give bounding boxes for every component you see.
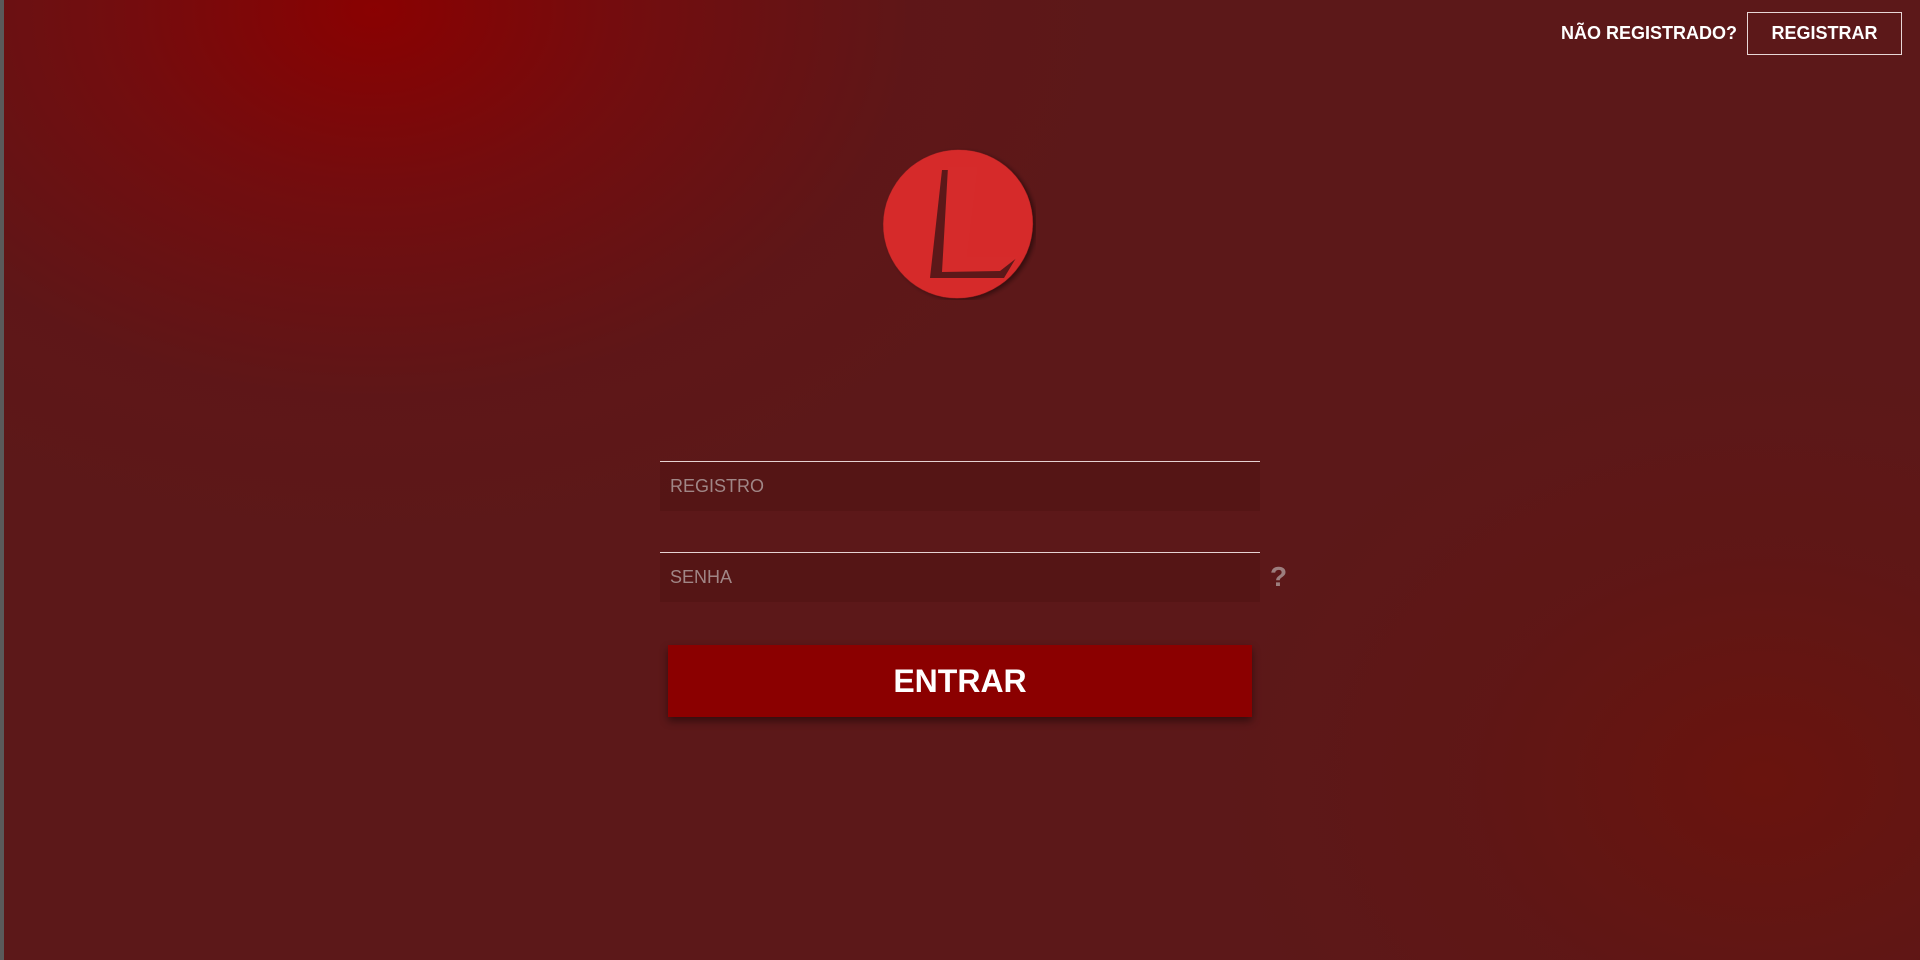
registro-field [660,461,1260,511]
top-bar: NÃO REGISTRADO? REGISTRAR [1561,11,1902,56]
registro-input[interactable] [660,462,1260,511]
password-help-icon[interactable]: ? [1270,562,1287,592]
senha-input[interactable] [660,553,1260,602]
register-button[interactable]: REGISTRAR [1747,12,1902,55]
not-registered-label: NÃO REGISTRADO? [1560,23,1737,43]
enter-button[interactable]: ENTRAR [668,645,1252,717]
brand-logo-icon [883,149,1033,299]
senha-field [660,552,1260,602]
